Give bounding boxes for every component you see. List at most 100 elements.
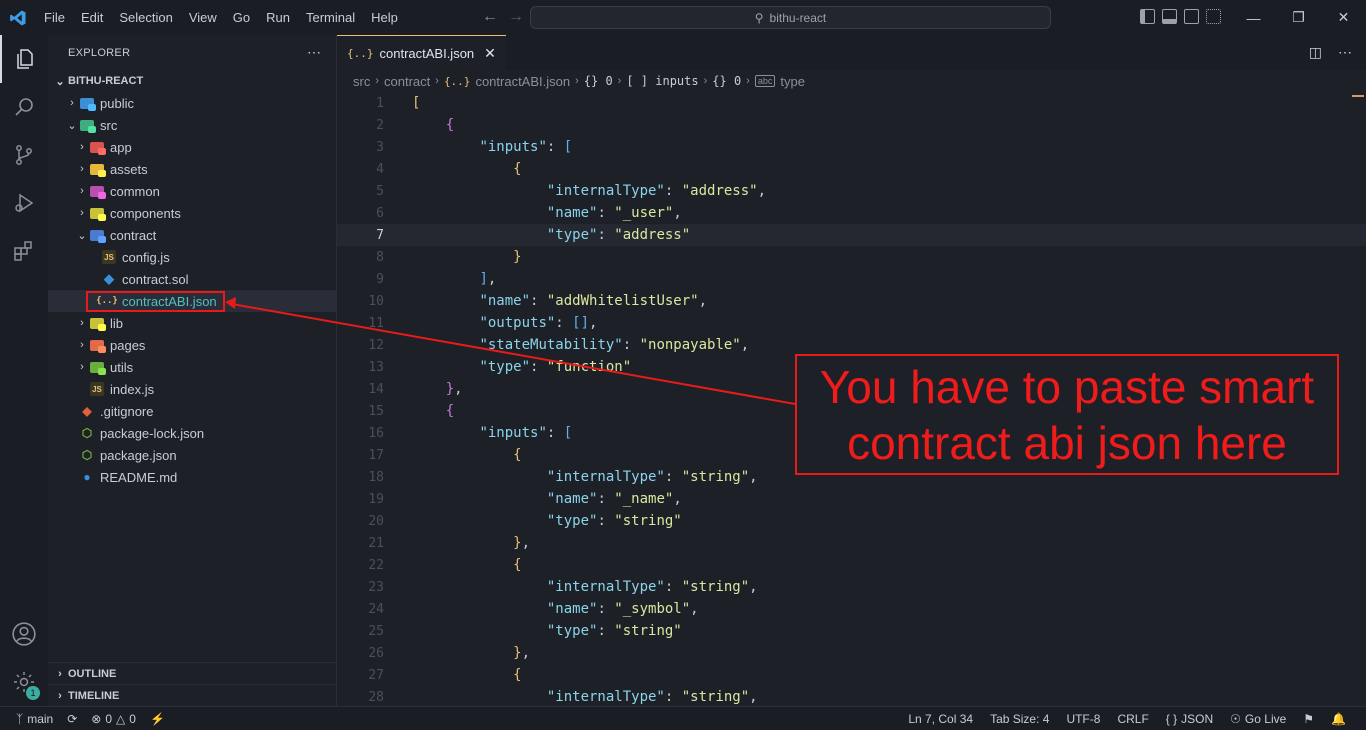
explorer-title: EXPLORER <box>68 46 131 59</box>
code-line: 2 { <box>376 117 455 133</box>
manage-gear-icon[interactable]: 1 <box>0 658 48 706</box>
chevron-right-icon: › <box>746 75 750 87</box>
problems-status[interactable]: ⊗ 0 △ 0 <box>91 712 136 726</box>
project-root[interactable]: ⌄ BITHU-REACT <box>48 70 336 92</box>
more-actions-icon[interactable]: ⋯ <box>307 44 322 61</box>
toggle-panel-icon[interactable] <box>1162 9 1177 24</box>
toggle-secondary-sidebar-icon[interactable] <box>1184 9 1199 24</box>
breadcrumb-file[interactable]: contractABI.json <box>475 74 570 89</box>
file-readme-md[interactable]: ● README.md <box>48 466 336 488</box>
code-line: 1[ <box>376 95 421 111</box>
file-label: .gitignore <box>100 403 154 419</box>
tab-contractabi-json[interactable]: {..} contractABI.json ✕ <box>337 35 506 70</box>
chevron-right-icon: › <box>435 75 439 87</box>
file-config-js[interactable]: JS config.js <box>48 246 336 268</box>
chevron-right-icon: › <box>703 75 708 87</box>
chevron-right-icon: › <box>58 690 62 702</box>
source-control-icon[interactable] <box>0 131 48 179</box>
code-line: 21 }, <box>368 535 531 551</box>
tab-bar: {..} contractABI.json ✕ ◫ ⋯ <box>337 35 1366 70</box>
customize-layout-icon[interactable] <box>1206 9 1221 24</box>
breadcrumb-object-0b[interactable]: {} 0 <box>712 74 741 88</box>
folder-app[interactable]: › app <box>48 136 336 158</box>
file-index-js[interactable]: JS index.js <box>48 378 336 400</box>
code-line: 25 "type": "string" <box>368 623 682 639</box>
code-line: 23 "internalType": "string", <box>368 579 758 595</box>
json-file-icon: {..} <box>347 46 374 60</box>
folder-icon <box>80 119 94 131</box>
branch-status[interactable]: ᛉ main <box>16 712 53 726</box>
extensions-icon[interactable] <box>0 227 48 275</box>
sync-icon[interactable]: ⟳ <box>67 712 77 726</box>
language-mode[interactable]: { } JSON <box>1166 712 1213 726</box>
code-text: "inputs": [ <box>479 425 573 441</box>
folder-utils[interactable]: › utils <box>48 356 336 378</box>
folder-src[interactable]: ⌄ src <box>48 114 336 136</box>
timeline-section[interactable]: › TIMELINE <box>48 684 337 707</box>
notifications-bell-icon[interactable]: 🔔 <box>1331 712 1346 726</box>
menu-edit[interactable]: Edit <box>73 0 111 35</box>
outline-section[interactable]: › OUTLINE <box>48 662 337 685</box>
back-arrow-icon[interactable]: ← <box>482 8 498 26</box>
go-live-button[interactable]: ☉ Go Live <box>1230 712 1286 726</box>
file-package-json[interactable]: ⬡ package.json <box>48 444 336 466</box>
folder-label: public <box>100 95 134 111</box>
folder-label: utils <box>110 359 134 375</box>
search-view-icon[interactable] <box>0 83 48 131</box>
command-center-search[interactable]: ⚲ bithu-react <box>530 6 1051 29</box>
toggle-primary-sidebar-icon[interactable] <box>1140 9 1155 24</box>
code-text: "internalType": "string", <box>546 689 758 705</box>
file-package-lock-json[interactable]: ⬡ package-lock.json <box>48 422 336 444</box>
restore-icon[interactable]: ❐ <box>1276 0 1321 35</box>
breadcrumb-src[interactable]: src <box>353 74 370 89</box>
breadcrumb-contract[interactable]: contract <box>384 74 430 89</box>
folder-common[interactable]: › common <box>48 180 336 202</box>
code-text: } <box>513 249 522 265</box>
chevron-right-icon: › <box>80 339 84 351</box>
code-text: "internalType": "string", <box>546 579 758 595</box>
file-gitignore[interactable]: ◆ .gitignore <box>48 400 336 422</box>
file-contract-sol[interactable]: ◆ contract.sol <box>48 268 336 290</box>
breadcrumb-inputs[interactable]: [ ] inputs <box>626 74 698 88</box>
folder-components[interactable]: › components <box>48 202 336 224</box>
lightning-icon[interactable]: ⚡ <box>150 712 165 726</box>
warning-count: 0 <box>129 711 136 726</box>
explorer-icon[interactable] <box>0 35 48 83</box>
folder-lib[interactable]: › lib <box>48 312 336 334</box>
breadcrumb: src › contract › {..} contractABI.json ›… <box>337 70 1366 92</box>
menu-selection[interactable]: Selection <box>111 0 180 35</box>
folder-icon <box>80 97 94 109</box>
menu-help[interactable]: Help <box>363 0 406 35</box>
close-tab-icon[interactable]: ✕ <box>484 45 496 62</box>
folder-public[interactable]: › public <box>48 92 336 114</box>
menu-go[interactable]: Go <box>225 0 258 35</box>
run-debug-icon[interactable] <box>0 179 48 227</box>
close-window-icon[interactable]: ✕ <box>1321 0 1366 35</box>
encoding[interactable]: UTF-8 <box>1066 712 1100 726</box>
tab-size[interactable]: Tab Size: 4 <box>990 712 1049 726</box>
json-file-icon: {..} <box>443 74 471 88</box>
cursor-position[interactable]: Ln 7, Col 34 <box>908 712 973 726</box>
menu-view[interactable]: View <box>181 0 225 35</box>
folder-assets[interactable]: › assets <box>48 158 336 180</box>
menu-terminal[interactable]: Terminal <box>298 0 363 35</box>
code-text: }, <box>445 381 463 397</box>
breadcrumb-object-0[interactable]: {} 0 <box>584 74 613 88</box>
accounts-icon[interactable] <box>0 610 48 658</box>
accounts-status-icon[interactable]: ⚑ <box>1303 712 1314 726</box>
folder-contract[interactable]: ⌄ contract <box>48 224 336 246</box>
breadcrumb-type[interactable]: type <box>780 74 805 89</box>
folder-pages[interactable]: › pages <box>48 334 336 356</box>
forward-arrow-icon[interactable]: → <box>508 8 524 26</box>
more-actions-icon[interactable]: ⋯ <box>1338 44 1352 61</box>
menu-run[interactable]: Run <box>258 0 298 35</box>
menu-file[interactable]: File <box>36 0 73 35</box>
split-editor-icon[interactable]: ◫ <box>1309 44 1322 61</box>
folder-label: pages <box>110 337 146 353</box>
code-line: 28 "internalType": "string", <box>368 689 758 705</box>
minimize-icon[interactable]: — <box>1231 0 1276 35</box>
end-of-line[interactable]: CRLF <box>1117 712 1148 726</box>
code-text: { <box>513 557 522 573</box>
chevron-right-icon: › <box>80 185 84 197</box>
code-text: "stateMutability": "nonpayable", <box>479 337 750 353</box>
